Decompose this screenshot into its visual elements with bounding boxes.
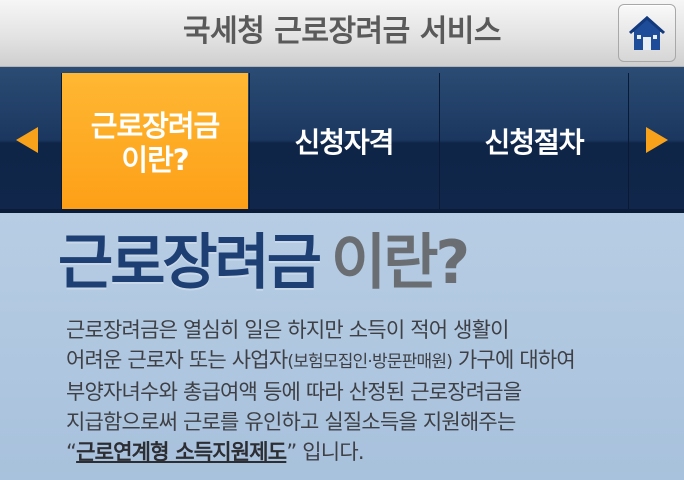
page-title: 근로장려금 이란? [58, 227, 470, 299]
description-line: 어려운 근로자 또는 사업자(보험모집인·방문판매원) 가구에 대하여 [66, 345, 676, 377]
tab-label: 신청절차 [484, 126, 584, 159]
description-text: 어려운 근로자 또는 사업자 [66, 348, 288, 372]
app-header: 국세청 근로장려금 서비스 [0, 0, 684, 67]
description-text: ” 입니다. [286, 440, 364, 464]
tab-bar: 근로장려금 이란? 신청자격 신청절차 [0, 67, 684, 213]
description-text: 가구에 대하여 [452, 348, 576, 372]
description-line: 지급함으로써 근로를 유인하고 실질소득을 지원해주는 [66, 410, 516, 434]
content-area: 근로장려금 이란? 근로장려금은 열심히 일은 하지만 소득이 적어 생활이 어려… [0, 213, 684, 480]
tab-label: 근로장려금 이란? [90, 109, 220, 177]
description-line: 부양자녀수와 총급여액 등에 따라 산정된 근로장려금을 [66, 380, 522, 404]
home-button[interactable] [618, 4, 676, 62]
tab-procedure[interactable]: 신청절차 [440, 73, 628, 213]
arrow-left-icon [16, 127, 38, 153]
arrow-right-icon [646, 127, 668, 153]
description-line: 근로장려금은 열심히 일은 하지만 소득이 적어 생활이 [66, 318, 510, 342]
headline-sub: 이란? [331, 228, 470, 298]
emphasis-term: 근로연계형 소득지원제도 [76, 440, 287, 464]
next-tab-button[interactable] [624, 67, 684, 213]
tab-label: 신청자격 [294, 126, 394, 159]
tab-what-is[interactable]: 근로장려금 이란? [62, 73, 248, 213]
tab-eligibility[interactable]: 신청자격 [250, 73, 438, 213]
headline-main: 근로장려금 [58, 228, 322, 298]
description-note: (보험모집인·방문판매원) [287, 352, 453, 372]
prev-tab-button[interactable] [0, 67, 60, 213]
app-title: 국세청 근로장려금 서비스 [183, 14, 502, 49]
description: 근로장려금은 열심히 일은 하지만 소득이 적어 생활이 어려운 근로자 또는 … [66, 315, 676, 467]
home-icon [629, 16, 665, 50]
description-line: “근로연계형 소득지원제도” 입니다. [66, 437, 676, 467]
quote-mark: “ [66, 440, 77, 464]
